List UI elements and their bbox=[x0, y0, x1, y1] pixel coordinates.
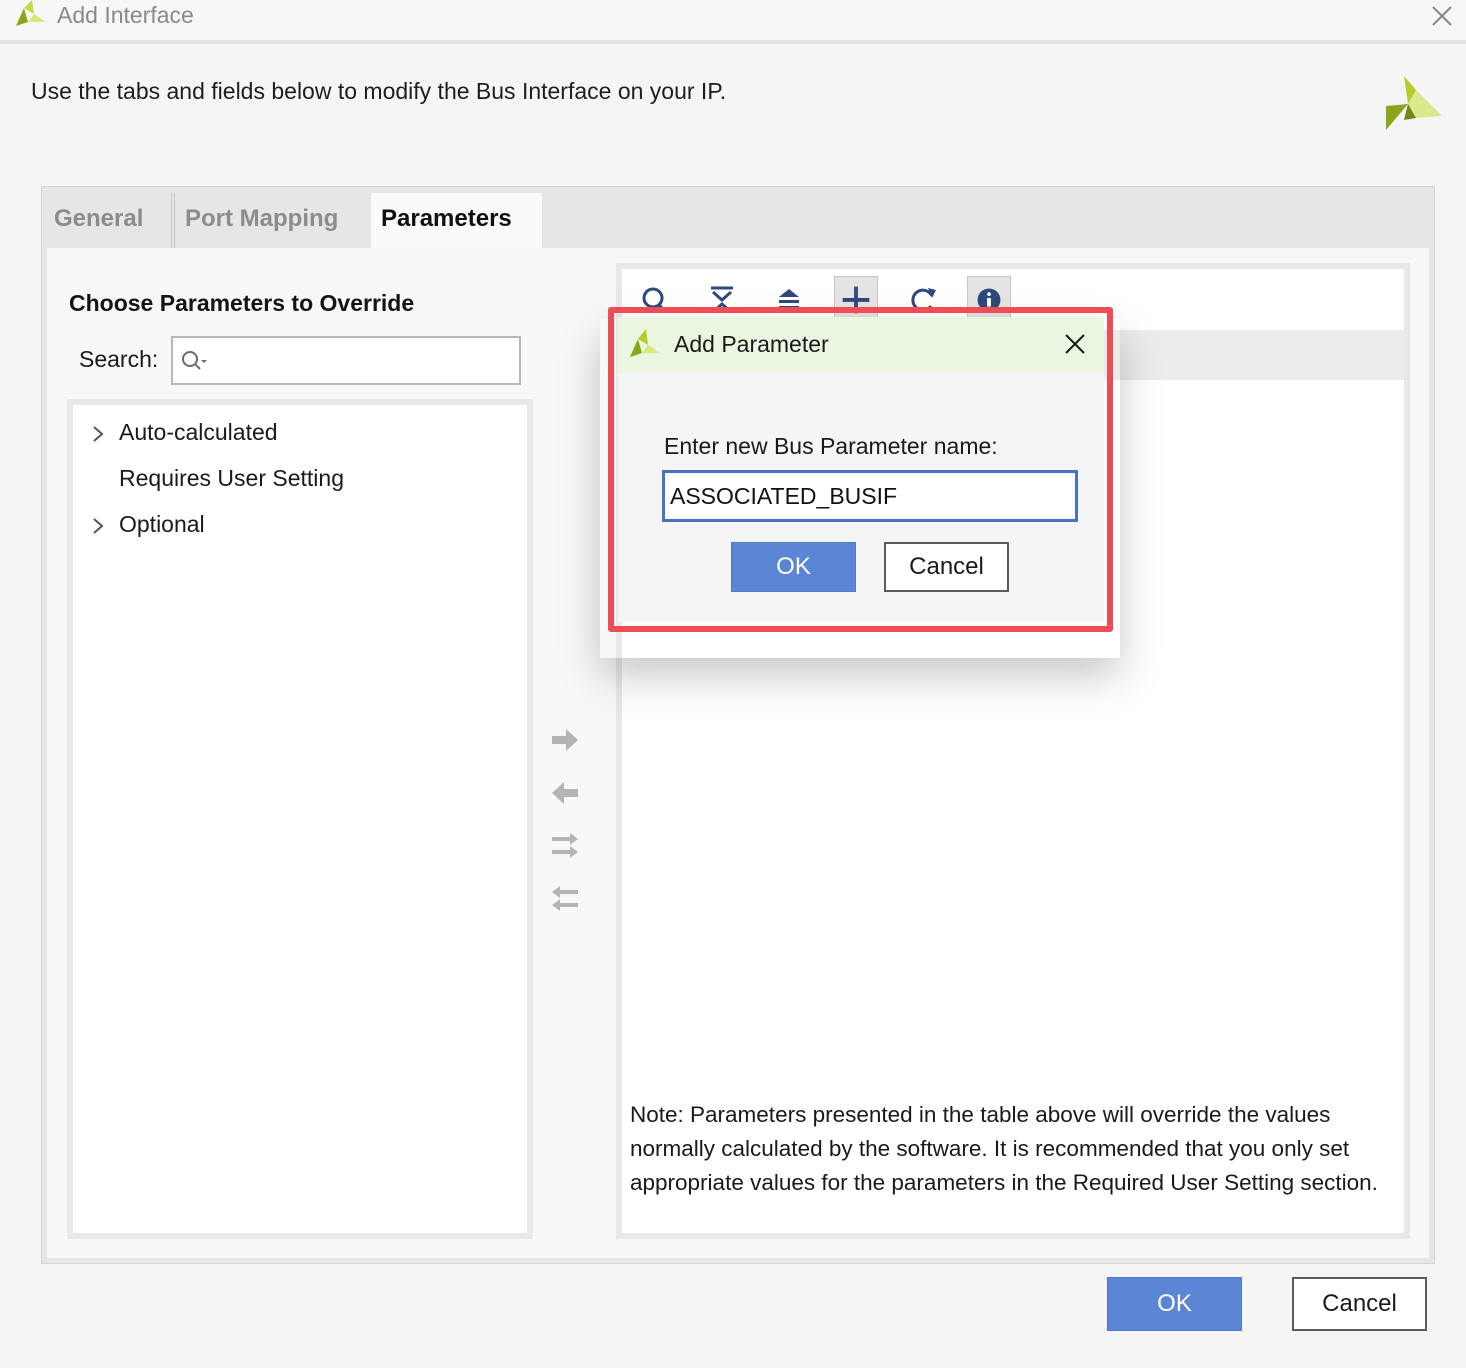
add-interface-window: Add Interface Use the tabs and fields be… bbox=[0, 0, 1466, 1368]
dialog-title-bar: Add Parameter bbox=[618, 317, 1104, 373]
left-panel-title: Choose Parameters to Override bbox=[69, 290, 415, 316]
search-icon bbox=[182, 351, 207, 370]
window-title: Add Interface bbox=[57, 2, 194, 28]
tree-item-label: Optional bbox=[119, 511, 205, 537]
window-description: Use the tabs and fields below to modify … bbox=[31, 78, 727, 104]
app-logo-icon bbox=[630, 329, 660, 357]
dialog-cancel-button[interactable]: Cancel bbox=[884, 542, 1009, 592]
dialog-title: Add Parameter bbox=[674, 331, 829, 357]
arrow-left-icon[interactable] bbox=[548, 778, 582, 808]
ok-button[interactable]: OK bbox=[1107, 1277, 1242, 1331]
arrow-right-icon[interactable] bbox=[548, 725, 582, 755]
chevron-right-icon[interactable] bbox=[91, 423, 105, 445]
tab-parameters[interactable]: Parameters bbox=[371, 193, 542, 249]
chevron-right-icon[interactable] bbox=[91, 515, 105, 537]
tree-item-label: Auto-calculated bbox=[119, 419, 278, 445]
dialog-ok-button[interactable]: OK bbox=[731, 542, 856, 592]
search-box[interactable] bbox=[171, 336, 521, 385]
cancel-button[interactable]: Cancel bbox=[1292, 1277, 1427, 1331]
tree-item-auto-calculated[interactable]: Auto-calculated bbox=[73, 413, 527, 453]
tree-item-requires-user-setting[interactable]: Requires User Setting bbox=[73, 459, 527, 499]
tree-item-optional[interactable]: Optional bbox=[73, 505, 527, 545]
add-parameter-dialog: Add Parameter Enter new Bus Parameter na… bbox=[618, 317, 1104, 622]
title-bar: Add Interface bbox=[0, 0, 1466, 44]
tree-item-label: Requires User Setting bbox=[119, 465, 344, 491]
tab-general[interactable]: General bbox=[44, 193, 172, 249]
parameter-name-label: Enter new Bus Parameter name: bbox=[664, 433, 998, 459]
search-label: Search: bbox=[79, 346, 159, 372]
close-icon[interactable] bbox=[1061, 330, 1089, 358]
tab-port-mapping[interactable]: Port Mapping bbox=[174, 193, 370, 249]
brand-logo-icon bbox=[1386, 76, 1442, 130]
window-close-icon[interactable] bbox=[1428, 2, 1456, 30]
override-note: Note: Parameters presented in the table … bbox=[630, 1102, 1378, 1195]
parameter-tree[interactable]: Auto-calculated Requires User Setting Op… bbox=[67, 399, 533, 1239]
search-input[interactable] bbox=[213, 344, 513, 378]
move-all-left-icon[interactable] bbox=[548, 884, 582, 914]
app-logo-icon bbox=[16, 0, 46, 26]
parameter-name-input[interactable]: ASSOCIATED_BUSIF bbox=[662, 470, 1078, 522]
move-all-right-icon[interactable] bbox=[548, 831, 582, 861]
